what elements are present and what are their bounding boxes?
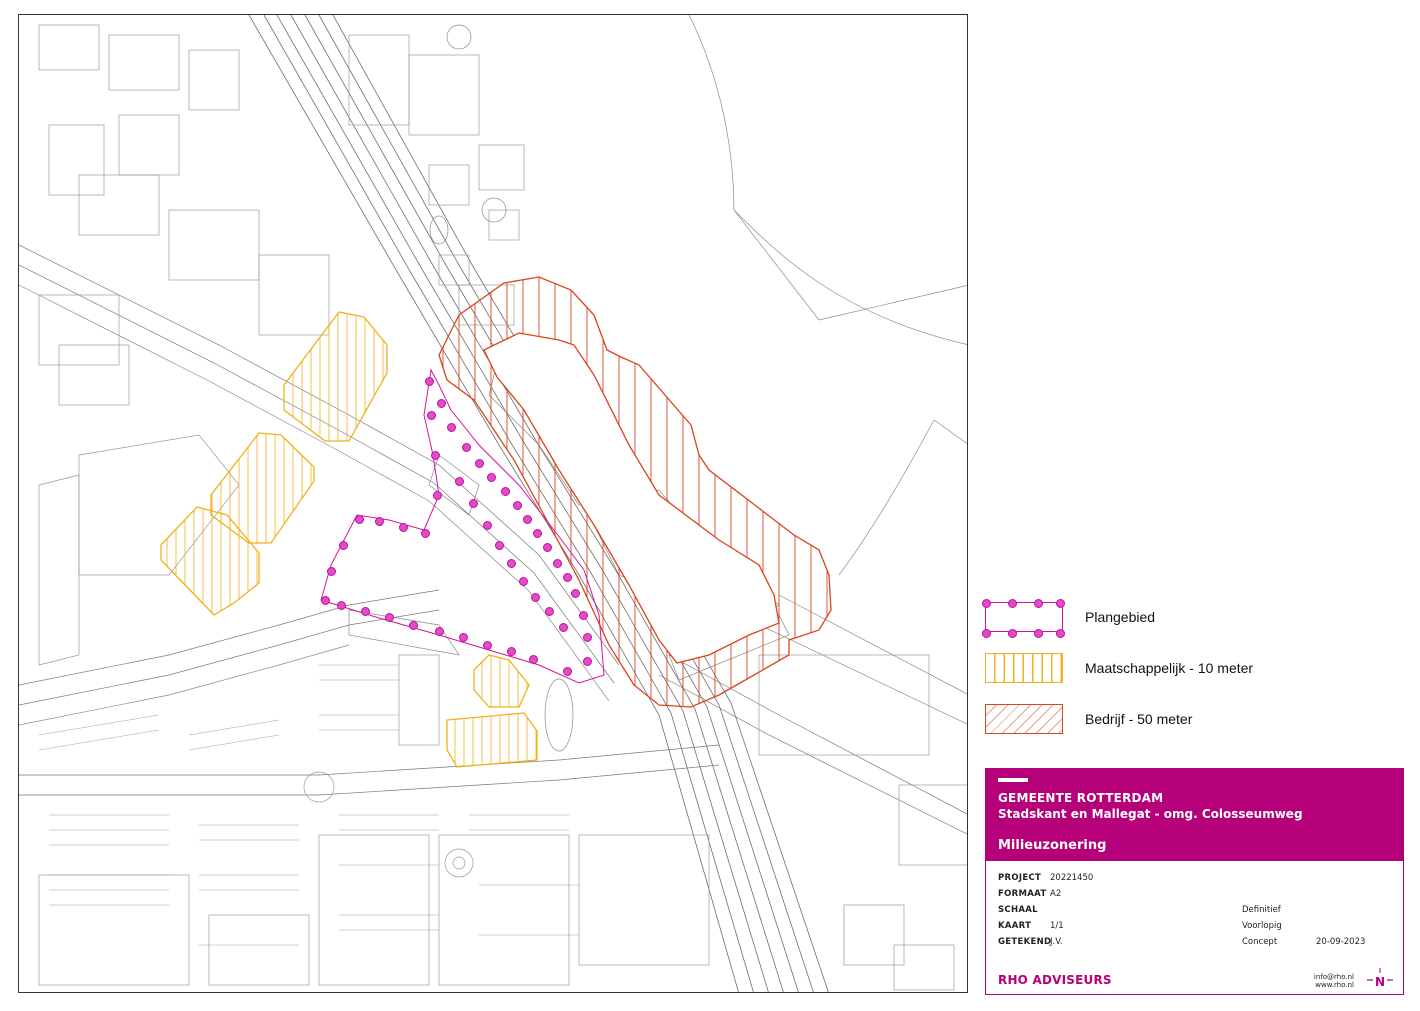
plangebied-dot — [435, 627, 444, 636]
status-concept-date: 20-09-2023 — [1316, 937, 1366, 947]
legend-dot — [1056, 629, 1065, 638]
plangebied-dot — [531, 593, 540, 602]
plangebied-dot — [563, 573, 572, 582]
map-title: Milieuzonering — [998, 838, 1107, 853]
plangebied-dot — [553, 559, 562, 568]
bedrijf-swatch — [985, 704, 1063, 734]
plangebied-dot — [355, 515, 364, 524]
field-key-getekend: GETEKEND — [998, 937, 1052, 947]
legend-dot — [1034, 629, 1043, 638]
field-value-project: 20221450 — [1050, 873, 1094, 883]
plangebied-dot — [399, 523, 408, 532]
plangebied-dot — [447, 423, 456, 432]
plangebied-dot — [543, 543, 552, 552]
legend-label-maatschappelijk: Maatschappelijk - 10 meter — [1085, 660, 1254, 676]
contact-info: info@rho.nl www.rho.nl — [1298, 973, 1354, 989]
plangebied-dot — [437, 399, 446, 408]
plangebied-dot — [462, 443, 471, 452]
map-subtitle: Stadskant en Mallegat - omg. Colosseumwe… — [998, 807, 1303, 821]
field-key-formaat: FORMAAT — [998, 889, 1047, 899]
plangebied-dot — [425, 377, 434, 386]
north-arrow-icon: N — [1366, 967, 1394, 991]
field-value-formaat: A2 — [1050, 889, 1062, 899]
company-logo-text: RHO ADVISEURS — [998, 973, 1112, 987]
legend-label-plangebied: Plangebied — [1085, 609, 1156, 625]
maatschappelijk-swatch — [985, 653, 1063, 683]
plangebied-dot — [469, 499, 478, 508]
plangebied-dot — [583, 633, 592, 642]
plangebied-dot — [571, 589, 580, 598]
legend-dot — [1034, 599, 1043, 608]
legend-dot — [1008, 599, 1017, 608]
plangebied-dot — [337, 601, 346, 610]
field-value-getekend: J.V. — [1050, 937, 1063, 947]
plangebied-dot — [495, 541, 504, 550]
field-key-schaal: SCHAAL — [998, 905, 1038, 915]
status-concept: Concept — [1242, 937, 1278, 947]
plangebied-dot — [563, 667, 572, 676]
field-value-kaart: 1/1 — [1050, 921, 1064, 931]
plangebied-dot — [361, 607, 370, 616]
plangebied-dot — [459, 633, 468, 642]
title-block: GEMEENTE ROTTERDAM Stadskant en Mallegat… — [985, 768, 1404, 995]
legend-dot — [1056, 599, 1065, 608]
plangebied-dot — [545, 607, 554, 616]
map-canvas[interactable] — [18, 14, 968, 993]
plangebied-dot — [409, 621, 418, 630]
legend-dot — [982, 629, 991, 638]
field-key-kaart: KAART — [998, 921, 1032, 931]
plangebied-dot — [559, 623, 568, 632]
plangebied-dot — [483, 521, 492, 530]
park-boundary — [688, 15, 967, 345]
contact-website: www.rho.nl — [1315, 981, 1354, 989]
organisation-name: GEMEENTE ROTTERDAM — [998, 791, 1164, 805]
plangebied-dot — [507, 647, 516, 656]
plangebied-dot — [427, 411, 436, 420]
map-drawing — [19, 15, 967, 992]
plangebied-dot — [533, 529, 542, 538]
plangebied-dot — [475, 459, 484, 468]
contact-email: info@rho.nl — [1313, 973, 1354, 981]
plangebied-dot — [339, 541, 348, 550]
plangebied-dot — [529, 655, 538, 664]
legend-item-bedrijf: Bedrijf - 50 meter — [985, 704, 1405, 738]
legend-dot — [1008, 629, 1017, 638]
plangebied-dot — [483, 641, 492, 650]
plangebied-dot — [523, 515, 532, 524]
plangebied-dot — [455, 477, 464, 486]
header-accent-bar — [998, 778, 1028, 782]
plangebied-dot — [513, 501, 522, 510]
plangebied-dot — [501, 487, 510, 496]
north-label: N — [1375, 975, 1385, 989]
legend-label-bedrijf: Bedrijf - 50 meter — [1085, 711, 1193, 727]
plangebied-dot — [385, 613, 394, 622]
plangebied-dot — [507, 559, 516, 568]
plangebied-dot — [579, 611, 588, 620]
plangebied-dot — [583, 657, 592, 666]
legend-item-maatschappelijk: Maatschappelijk - 10 meter — [985, 653, 1405, 687]
plangebied-dot — [487, 473, 496, 482]
legend-item-plangebied: Plangebied — [982, 599, 1405, 638]
plangebied-dot — [519, 577, 528, 586]
plangebied-dot — [327, 567, 336, 576]
plangebied-swatch — [982, 599, 1065, 638]
title-block-header: GEMEENTE ROTTERDAM Stadskant en Mallegat… — [986, 769, 1403, 861]
plangebied-dot — [375, 517, 384, 526]
plangebied-dot — [321, 596, 330, 605]
plangebied-dot — [421, 529, 430, 538]
status-voorlopig: Voorlopig — [1242, 921, 1282, 931]
plangebied-dot — [431, 451, 440, 460]
plangebied-dot — [433, 491, 442, 500]
legend-dot — [982, 599, 991, 608]
status-definitief: Definitief — [1242, 905, 1281, 915]
field-key-project: PROJECT — [998, 873, 1042, 883]
